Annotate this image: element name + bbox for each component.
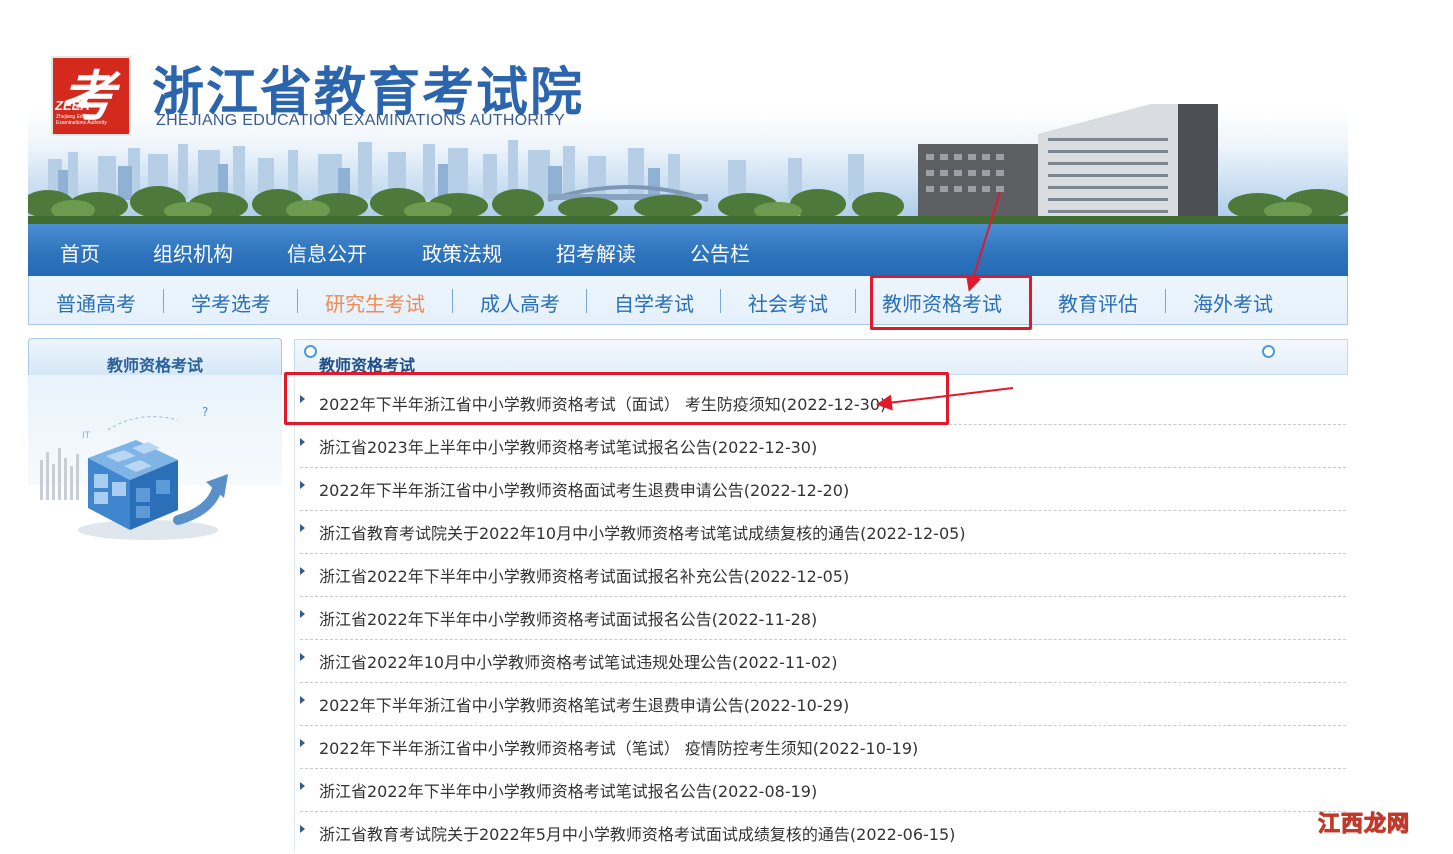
news-item: 浙江省2022年下半年中小学教师资格考试面试报名公告(2022-11-28) (300, 596, 1346, 640)
subnav-divider (297, 289, 298, 313)
news-item: 2022年下半年浙江省中小学教师资格考试（笔试） 疫情防控考生须知(2022-1… (300, 725, 1346, 769)
content-border (294, 373, 295, 852)
bullet-icon (300, 782, 305, 790)
subnav-divider (720, 289, 721, 313)
sidebar-title: 教师资格考试 (106, 356, 203, 375)
bullet-icon (300, 739, 305, 747)
news-link[interactable]: 浙江省2023年上半年中小学教师资格考试笔试报名公告(2022-12-30) (319, 434, 817, 458)
site-banner: 考 ZEEA Zhejiang Education Examinations A… (28, 30, 1348, 224)
news-link[interactable]: 浙江省2022年10月中小学教师资格考试笔试违规处理公告(2022-11-02) (319, 649, 838, 673)
nav-info-disclosure[interactable]: 信息公开 (287, 238, 367, 267)
news-link[interactable]: 2022年下半年浙江省中小学教师资格考试（面试） 考生防疫须知(2022-12-… (319, 391, 886, 415)
subnav-divider (1165, 289, 1166, 313)
main-nav: 首页 组织机构 信息公开 政策法规 招考解读 公告栏 (28, 224, 1348, 276)
subnav-divider (855, 289, 856, 313)
news-link[interactable]: 2022年下半年浙江省中小学教师资格考试（笔试） 疫情防控考生须知(2022-1… (319, 735, 918, 759)
pin-icon (304, 345, 317, 358)
bullet-icon (300, 696, 305, 704)
content-title: 教师资格考试 (319, 356, 416, 375)
news-item: 2022年下半年浙江省中小学教师资格考试（面试） 考生防疫须知(2022-12-… (300, 381, 1346, 425)
subnav-graduate-exam[interactable]: 研究生考试 (325, 288, 425, 317)
bullet-icon (300, 395, 305, 403)
subnav-gaokao[interactable]: 普通高考 (56, 288, 136, 317)
subnav-adult-gaokao[interactable]: 成人高考 (480, 288, 560, 317)
subnav-academic-test[interactable]: 学考选考 (191, 288, 271, 317)
bullet-icon (300, 653, 305, 661)
bullet-icon (300, 524, 305, 532)
news-item: 2022年下半年浙江省中小学教师资格面试考生退费申请公告(2022-12-20) (300, 467, 1346, 511)
subnav-divider (452, 289, 453, 313)
watermark: 江西龙网 (1318, 812, 1411, 838)
bullet-icon (300, 567, 305, 575)
news-item: 2022年下半年浙江省中小学教师资格笔试考生退费申请公告(2022-10-29) (300, 682, 1346, 726)
nav-admission-guide[interactable]: 招考解读 (556, 238, 636, 267)
subnav-self-study[interactable]: 自学考试 (614, 288, 694, 317)
bullet-icon (300, 438, 305, 446)
news-link[interactable]: 浙江省2022年下半年中小学教师资格考试面试报名公告(2022-11-28) (319, 606, 817, 630)
bullet-icon (300, 825, 305, 833)
pin-icon (1262, 345, 1275, 358)
content-header: 教师资格考试 (294, 339, 1348, 375)
news-link[interactable]: 浙江省2022年下半年中小学教师资格考试笔试报名公告(2022-08-19) (319, 778, 817, 802)
sidebar-tab[interactable]: 教师资格考试 (28, 338, 282, 375)
news-link[interactable]: 2022年下半年浙江省中小学教师资格笔试考生退费申请公告(2022-10-29) (319, 692, 849, 716)
nav-bulletin[interactable]: 公告栏 (690, 238, 750, 267)
city-skyline-illustration (28, 104, 1348, 224)
subnav-social-exam[interactable]: 社会考试 (748, 288, 828, 317)
bullet-icon (300, 610, 305, 618)
sub-nav: 普通高考 学考选考 研究生考试 成人高考 自学考试 社会考试 教师资格考试 教育… (28, 276, 1348, 325)
news-link[interactable]: 浙江省教育考试院关于2022年5月中小学教师资格考试面试成绩复核的通告(2022… (319, 821, 955, 845)
news-item: 浙江省教育考试院关于2022年10月中小学教师资格考试笔试成绩复核的通告(202… (300, 510, 1346, 554)
news-link[interactable]: 2022年下半年浙江省中小学教师资格面试考生退费申请公告(2022-12-20) (319, 477, 849, 501)
nav-organization[interactable]: 组织机构 (153, 238, 233, 267)
subnav-teacher-qualification[interactable]: 教师资格考试 (882, 288, 1002, 317)
news-item: 浙江省2022年下半年中小学教师资格考试笔试报名公告(2022-08-19) (300, 768, 1346, 812)
subnav-education-evaluation[interactable]: 教育评估 (1058, 288, 1138, 317)
decor-text: IT (82, 431, 91, 441)
news-link[interactable]: 浙江省2022年下半年中小学教师资格考试面试报名补充公告(2022-12-05) (319, 563, 849, 587)
news-item: 浙江省2023年上半年中小学教师资格考试笔试报名公告(2022-12-30) (300, 424, 1346, 468)
subnav-divider (586, 289, 587, 313)
news-item: 浙江省2022年10月中小学教师资格考试笔试违规处理公告(2022-11-02) (300, 639, 1346, 683)
news-item: 浙江省教育考试院关于2022年5月中小学教师资格考试面试成绩复核的通告(2022… (300, 811, 1346, 854)
nav-home[interactable]: 首页 (60, 238, 100, 267)
news-link[interactable]: 浙江省教育考试院关于2022年10月中小学教师资格考试笔试成绩复核的通告(202… (319, 520, 966, 544)
bullet-icon (300, 481, 305, 489)
nav-policies[interactable]: 政策法规 (422, 238, 502, 267)
subnav-divider (163, 289, 164, 313)
cube-illustration: ? IT (40, 405, 228, 540)
question-mark-icon: ? (202, 405, 208, 419)
news-item: 浙江省2022年下半年中小学教师资格考试面试报名补充公告(2022-12-05) (300, 553, 1346, 597)
subnav-overseas-exam[interactable]: 海外考试 (1193, 288, 1273, 317)
